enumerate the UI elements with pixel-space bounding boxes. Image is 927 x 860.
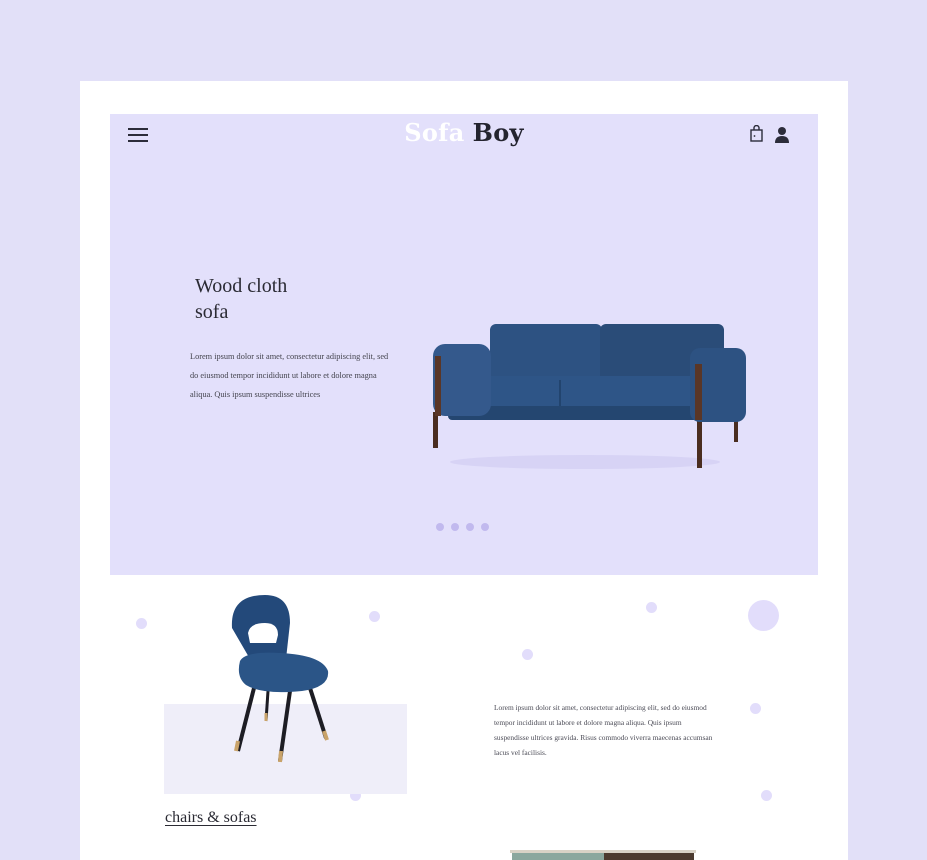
logo-text-boy: Boy bbox=[472, 118, 524, 147]
shopping-bag-icon[interactable] bbox=[750, 125, 763, 142]
hero-title-line1: Wood cloth bbox=[195, 275, 288, 297]
carousel-dot[interactable] bbox=[451, 523, 459, 531]
logo-text-sofa: Sofa bbox=[404, 118, 465, 147]
decorative-bubble bbox=[369, 611, 380, 622]
decorative-bubble bbox=[761, 790, 772, 801]
hero-banner: Sofa Boy Wood cloth sofa Lorem ipsum dolo… bbox=[110, 114, 818, 575]
featured-section: chairs & sofas Lorem ipsum dolor sit ame… bbox=[80, 575, 848, 860]
user-icon[interactable] bbox=[774, 126, 790, 143]
site-logo[interactable]: Sofa Boy bbox=[110, 118, 818, 147]
decorative-bubble bbox=[136, 618, 147, 629]
section-description: Lorem ipsum dolor sit amet, consectetur … bbox=[494, 703, 713, 757]
carousel-dots bbox=[436, 523, 489, 531]
hero-title-line2: sofa bbox=[195, 301, 229, 323]
page-card: Sofa Boy Wood cloth sofa Lorem ipsum dolo… bbox=[80, 81, 848, 860]
cabinet-image bbox=[510, 850, 696, 860]
decorative-bubble bbox=[750, 703, 761, 714]
carousel-dot[interactable] bbox=[481, 523, 489, 531]
hero-description: Lorem ipsum dolor sit amet, consectetur … bbox=[190, 352, 389, 399]
hero-title: Wood cloth sofa bbox=[195, 273, 355, 325]
decorative-bubble bbox=[748, 600, 779, 631]
decorative-bubble bbox=[646, 602, 657, 613]
category-link-chairs-sofas[interactable]: chairs & sofas bbox=[165, 809, 257, 827]
carousel-dot[interactable] bbox=[436, 523, 444, 531]
sofa-image bbox=[433, 324, 746, 469]
decorative-bubble bbox=[522, 649, 533, 660]
chair-image bbox=[231, 595, 329, 763]
carousel-dot[interactable] bbox=[466, 523, 474, 531]
